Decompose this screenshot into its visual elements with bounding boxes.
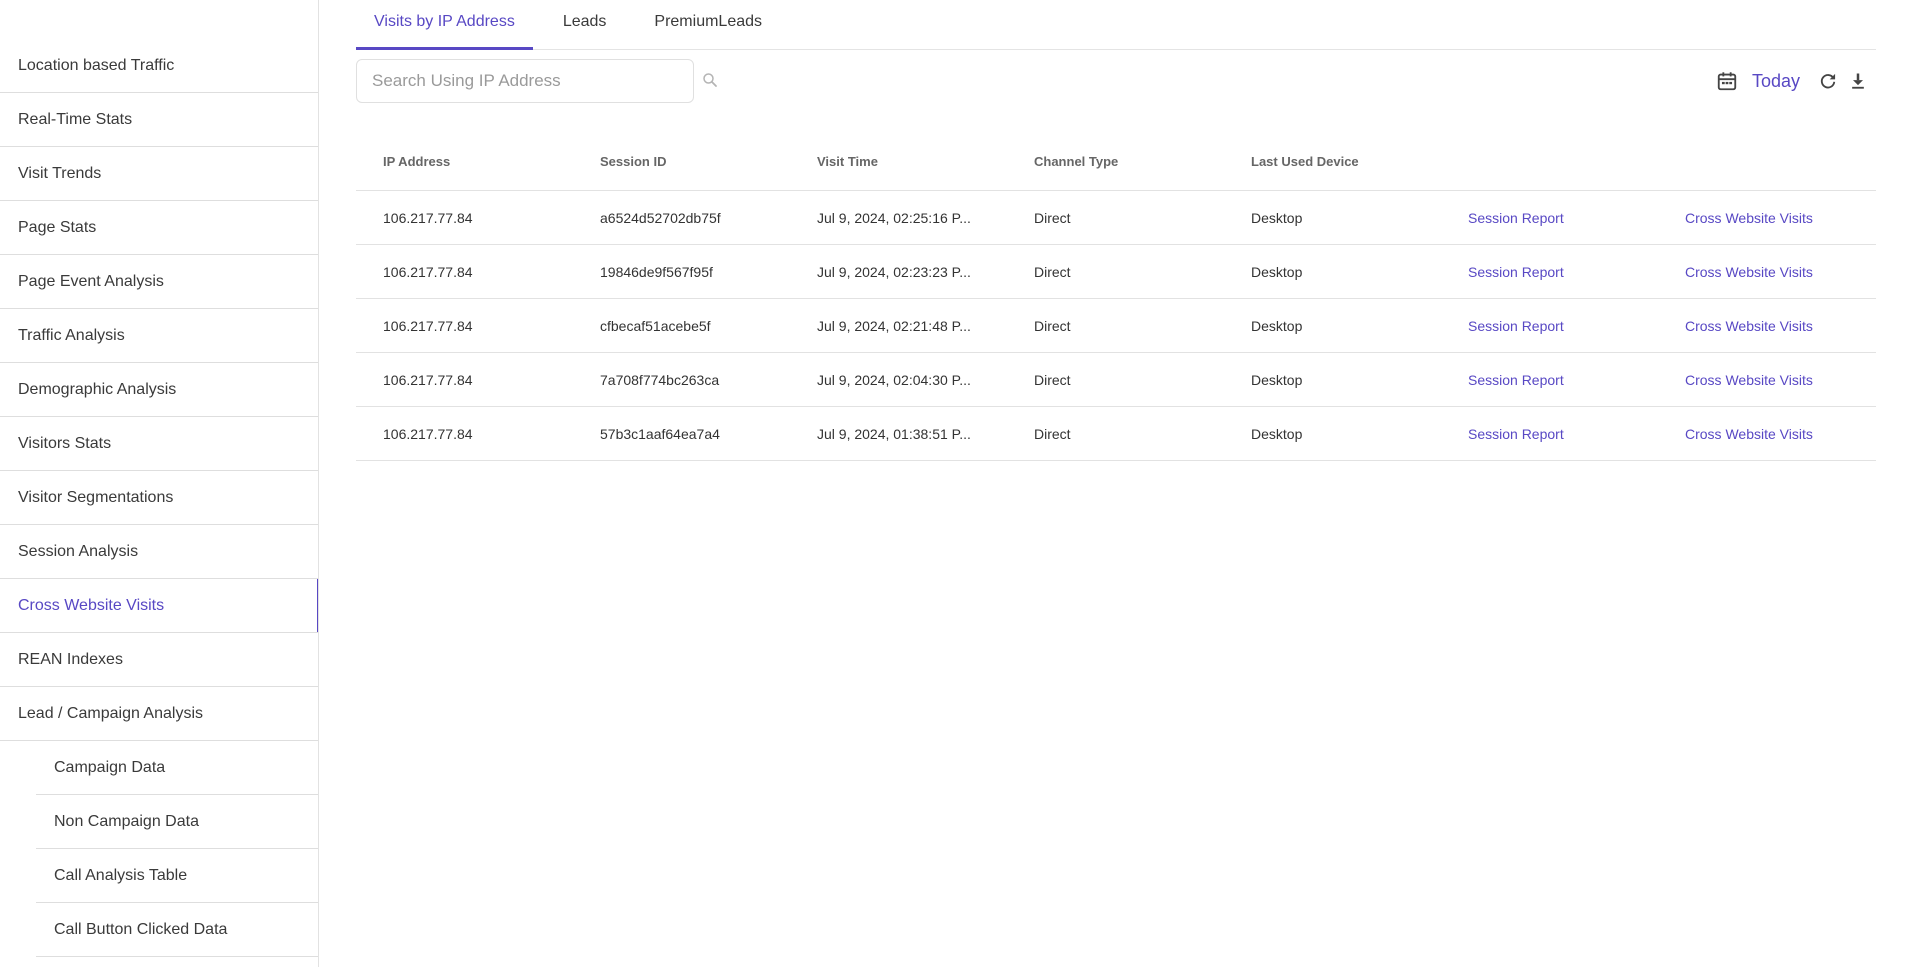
tab-leads[interactable]: Leads	[545, 0, 625, 49]
ip-address-cell: 106.217.77.84	[356, 406, 573, 461]
sidebar-subitem-campaign-data[interactable]: Campaign Data	[36, 741, 318, 795]
session-report-link[interactable]: Session Report	[1441, 406, 1658, 461]
visit-time-cell: Jul 9, 2024, 02:21:48 P...	[790, 298, 1007, 353]
column-header-channel-type: Channel Type	[1007, 132, 1224, 191]
column-header-empty-2	[1658, 132, 1876, 191]
toolbar: Today	[356, 50, 1876, 132]
channel-type-cell: Direct	[1007, 352, 1224, 407]
search-input[interactable]	[356, 59, 694, 103]
session-id-cell: a6524d52702db75f	[573, 190, 790, 245]
cross-website-visits-link[interactable]: Cross Website Visits	[1658, 352, 1876, 407]
sidebar-item-lead-campaign-analysis[interactable]: Lead / Campaign Analysis	[0, 687, 318, 741]
column-header-empty-1	[1441, 132, 1658, 191]
ip-address-cell: 106.217.77.84	[356, 298, 573, 353]
sidebar-item-page-event-analysis[interactable]: Page Event Analysis	[0, 255, 318, 309]
sidebar-nav: Location based Traffic Real-Time Stats Vis…	[0, 0, 319, 967]
session-report-link[interactable]: Session Report	[1441, 298, 1658, 353]
visits-table: IP Address Session ID Visit Time Channel Ty…	[356, 132, 1876, 461]
visit-time-cell: Jul 9, 2024, 02:25:16 P...	[790, 190, 1007, 245]
table-row: 106.217.77.84 19846de9f567f95f Jul 9, 2024…	[356, 244, 1876, 299]
table-row: 106.217.77.84 57b3c1aaf64ea7a4 Jul 9, 2024…	[356, 406, 1876, 461]
table-row: 106.217.77.84 a6524d52702db75f Jul 9, 2024…	[356, 190, 1876, 245]
column-header-visit-time: Visit Time	[790, 132, 1007, 191]
visit-time-cell: Jul 9, 2024, 02:04:30 P...	[790, 352, 1007, 407]
channel-type-cell: Direct	[1007, 244, 1224, 299]
table-row: 106.217.77.84 cfbecaf51acebe5f Jul 9, 2024…	[356, 298, 1876, 353]
search-icon[interactable]	[701, 71, 719, 89]
sidebar-item-cross-website-visits[interactable]: Cross Website Visits	[0, 579, 318, 633]
column-header-ip-address: IP Address	[356, 132, 573, 191]
session-report-link[interactable]: Session Report	[1441, 244, 1658, 299]
device-cell: Desktop	[1224, 244, 1441, 299]
session-report-link[interactable]: Session Report	[1441, 190, 1658, 245]
toolbar-actions: Today	[1716, 63, 1876, 99]
tab-premiumleads[interactable]: PremiumLeads	[636, 0, 780, 49]
visit-time-cell: Jul 9, 2024, 02:23:23 P...	[790, 244, 1007, 299]
session-report-link[interactable]: Session Report	[1441, 352, 1658, 407]
main-content: Visits by IP AddressLeadsPremiumLeads To…	[356, 0, 1876, 461]
sidebar-subitem-call-button-clicked-data[interactable]: Call Button Clicked Data	[36, 903, 318, 957]
column-header-session-id: Session ID	[573, 132, 790, 191]
device-cell: Desktop	[1224, 352, 1441, 407]
visit-time-cell: Jul 9, 2024, 01:38:51 P...	[790, 406, 1007, 461]
session-id-cell: 7a708f774bc263ca	[573, 352, 790, 407]
sidebar-item-real-time-stats[interactable]: Real-Time Stats	[0, 93, 318, 147]
sidebar-item-visitors-stats[interactable]: Visitors Stats	[0, 417, 318, 471]
session-id-cell: cfbecaf51acebe5f	[573, 298, 790, 353]
column-header-last-used-device: Last Used Device	[1224, 132, 1441, 191]
table-body: 106.217.77.84 a6524d52702db75f Jul 9, 2024…	[356, 190, 1876, 461]
download-icon[interactable]	[1848, 71, 1868, 91]
sidebar-item-traffic-analysis[interactable]: Traffic Analysis	[0, 309, 318, 363]
channel-type-cell: Direct	[1007, 406, 1224, 461]
table-header-row: IP Address Session ID Visit Time Channel Ty…	[356, 132, 1876, 191]
calendar-icon[interactable]	[1716, 70, 1738, 92]
ip-address-cell: 106.217.77.84	[356, 352, 573, 407]
session-id-cell: 57b3c1aaf64ea7a4	[573, 406, 790, 461]
table-row: 106.217.77.84 7a708f774bc263ca Jul 9, 2024…	[356, 352, 1876, 407]
sidebar-item-demographic-analysis[interactable]: Demographic Analysis	[0, 363, 318, 417]
cross-website-visits-link[interactable]: Cross Website Visits	[1658, 190, 1876, 245]
cross-website-visits-link[interactable]: Cross Website Visits	[1658, 298, 1876, 353]
sidebar-item-session-analysis[interactable]: Session Analysis	[0, 525, 318, 579]
device-cell: Desktop	[1224, 298, 1441, 353]
sidebar-subitem-non-campaign-data[interactable]: Non Campaign Data	[36, 795, 318, 849]
sidebar-item-page-stats[interactable]: Page Stats	[0, 201, 318, 255]
sidebar-items: Location based Traffic Real-Time Stats Vis…	[0, 39, 318, 741]
sidebar-item-visitor-segmentations[interactable]: Visitor Segmentations	[0, 471, 318, 525]
tab-visits-by-ip-address[interactable]: Visits by IP Address	[356, 0, 533, 50]
sidebar-item-rean-indexes[interactable]: REAN Indexes	[0, 633, 318, 687]
channel-type-cell: Direct	[1007, 190, 1224, 245]
channel-type-cell: Direct	[1007, 298, 1224, 353]
ip-address-cell: 106.217.77.84	[356, 190, 573, 245]
device-cell: Desktop	[1224, 190, 1441, 245]
sidebar-sub-items: Campaign Data Non Campaign Data Call Analy…	[0, 741, 318, 957]
session-id-cell: 19846de9f567f95f	[573, 244, 790, 299]
refresh-icon[interactable]	[1818, 71, 1838, 91]
cross-website-visits-link[interactable]: Cross Website Visits	[1658, 244, 1876, 299]
sidebar-subitem-call-analysis-table[interactable]: Call Analysis Table	[36, 849, 318, 903]
tab-bar: Visits by IP Address Leads PremiumLeads	[356, 0, 1876, 50]
ip-address-cell: 106.217.77.84	[356, 244, 573, 299]
cross-website-visits-link[interactable]: Cross Website Visits	[1658, 406, 1876, 461]
date-range-button[interactable]: Today	[1752, 71, 1800, 92]
sidebar-item-visit-trends[interactable]: Visit Trends	[0, 147, 318, 201]
sidebar-item-location-based-traffic[interactable]: Location based Traffic	[0, 39, 318, 93]
device-cell: Desktop	[1224, 406, 1441, 461]
